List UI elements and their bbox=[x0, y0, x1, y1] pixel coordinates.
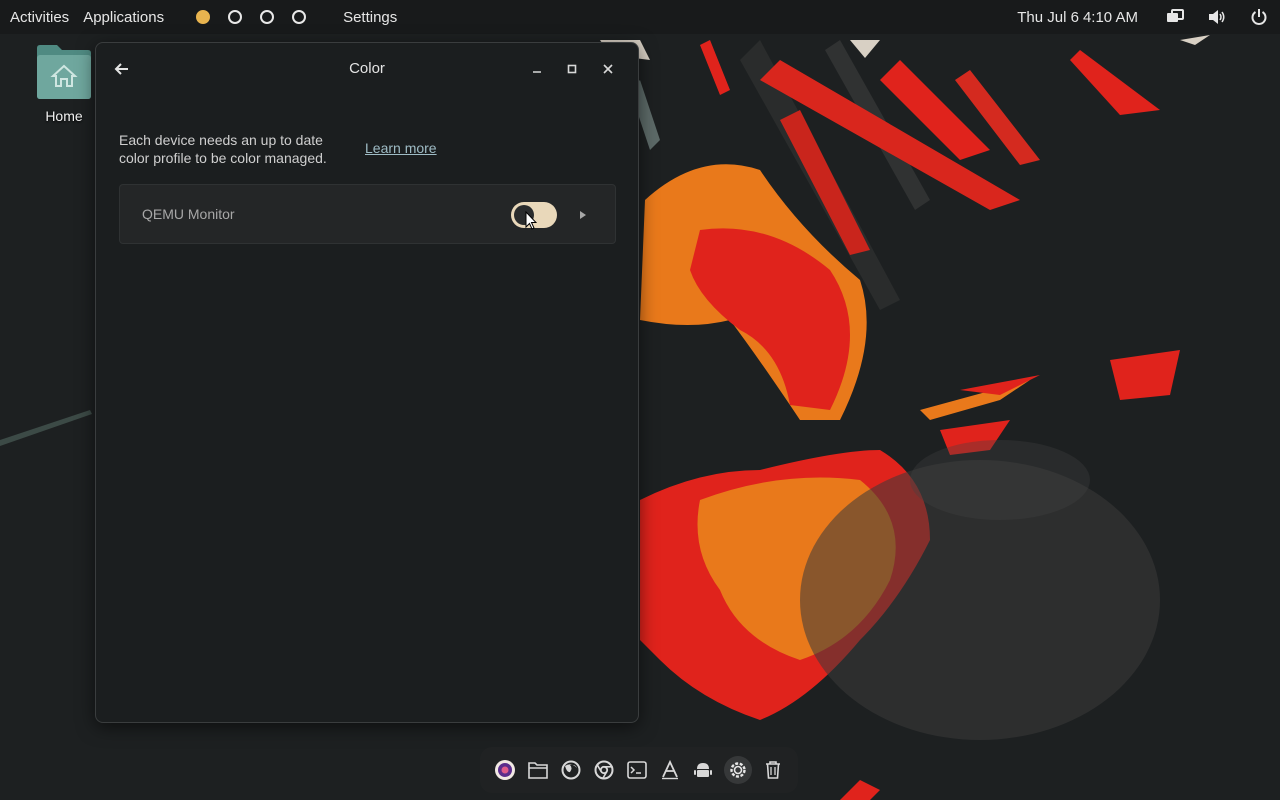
chrome-icon[interactable] bbox=[592, 758, 616, 782]
toggle-knob bbox=[514, 205, 534, 225]
clock-time[interactable]: 4:10 AM bbox=[1083, 9, 1138, 26]
files-icon[interactable] bbox=[526, 758, 550, 782]
maximize-button[interactable] bbox=[558, 55, 586, 83]
top-bar-right: Thu Jul 6 4:10 AM bbox=[1017, 0, 1280, 34]
device-color-toggle[interactable] bbox=[511, 202, 557, 228]
workspace-3-dot[interactable] bbox=[260, 10, 275, 24]
window-title: Color bbox=[349, 60, 385, 77]
learn-more-link[interactable]: Learn more bbox=[365, 140, 437, 156]
volume-icon[interactable] bbox=[1196, 0, 1238, 34]
expand-arrow-icon[interactable] bbox=[574, 206, 592, 224]
terminal-icon[interactable] bbox=[625, 758, 649, 782]
applications-menu[interactable]: Applications bbox=[76, 0, 171, 34]
desktop-home-icon[interactable]: Home bbox=[28, 44, 100, 124]
workspace-2-dot[interactable] bbox=[228, 10, 243, 24]
network-icon[interactable] bbox=[1154, 0, 1196, 34]
close-icon bbox=[603, 64, 613, 74]
back-button[interactable] bbox=[108, 55, 136, 83]
workspace-4-dot[interactable] bbox=[292, 10, 307, 24]
minimize-button[interactable] bbox=[523, 55, 551, 83]
clock-date[interactable]: Thu Jul 6 bbox=[1017, 9, 1079, 26]
maximize-icon bbox=[567, 64, 577, 74]
minimize-icon bbox=[533, 71, 541, 73]
power-icon[interactable] bbox=[1238, 0, 1280, 34]
trash-icon[interactable] bbox=[761, 758, 785, 782]
close-button[interactable] bbox=[594, 55, 622, 83]
intro-text: Each device needs an up to date color pr… bbox=[119, 132, 327, 166]
workspace-indicator bbox=[187, 10, 315, 24]
workspace-1-dot[interactable] bbox=[196, 10, 211, 24]
firefox-icon[interactable] bbox=[559, 758, 583, 782]
settings-icon[interactable] bbox=[724, 756, 752, 784]
dock bbox=[480, 747, 798, 793]
active-app-menu[interactable]: Settings bbox=[336, 0, 404, 34]
folder-home-icon bbox=[35, 44, 93, 100]
top-bar-left: Activities Applications Settings bbox=[0, 0, 404, 34]
back-arrow-icon bbox=[114, 63, 128, 75]
text-editor-icon[interactable] bbox=[658, 758, 682, 782]
desktop-home-label: Home bbox=[45, 108, 83, 124]
intro-section: Each device needs an up to date color pr… bbox=[119, 131, 615, 167]
settings-color-window: Color Each device needs an up to date co… bbox=[95, 42, 639, 723]
device-row[interactable]: QEMU Monitor bbox=[119, 184, 616, 244]
color-panel-content: Each device needs an up to date color pr… bbox=[96, 95, 638, 244]
device-name: QEMU Monitor bbox=[142, 206, 235, 222]
android-icon[interactable] bbox=[691, 758, 715, 782]
top-bar: Activities Applications Settings Thu Jul… bbox=[0, 0, 1280, 34]
app-launcher-icon[interactable] bbox=[493, 758, 517, 782]
header-bar: Color bbox=[96, 43, 638, 95]
activities-button[interactable]: Activities bbox=[3, 0, 76, 34]
